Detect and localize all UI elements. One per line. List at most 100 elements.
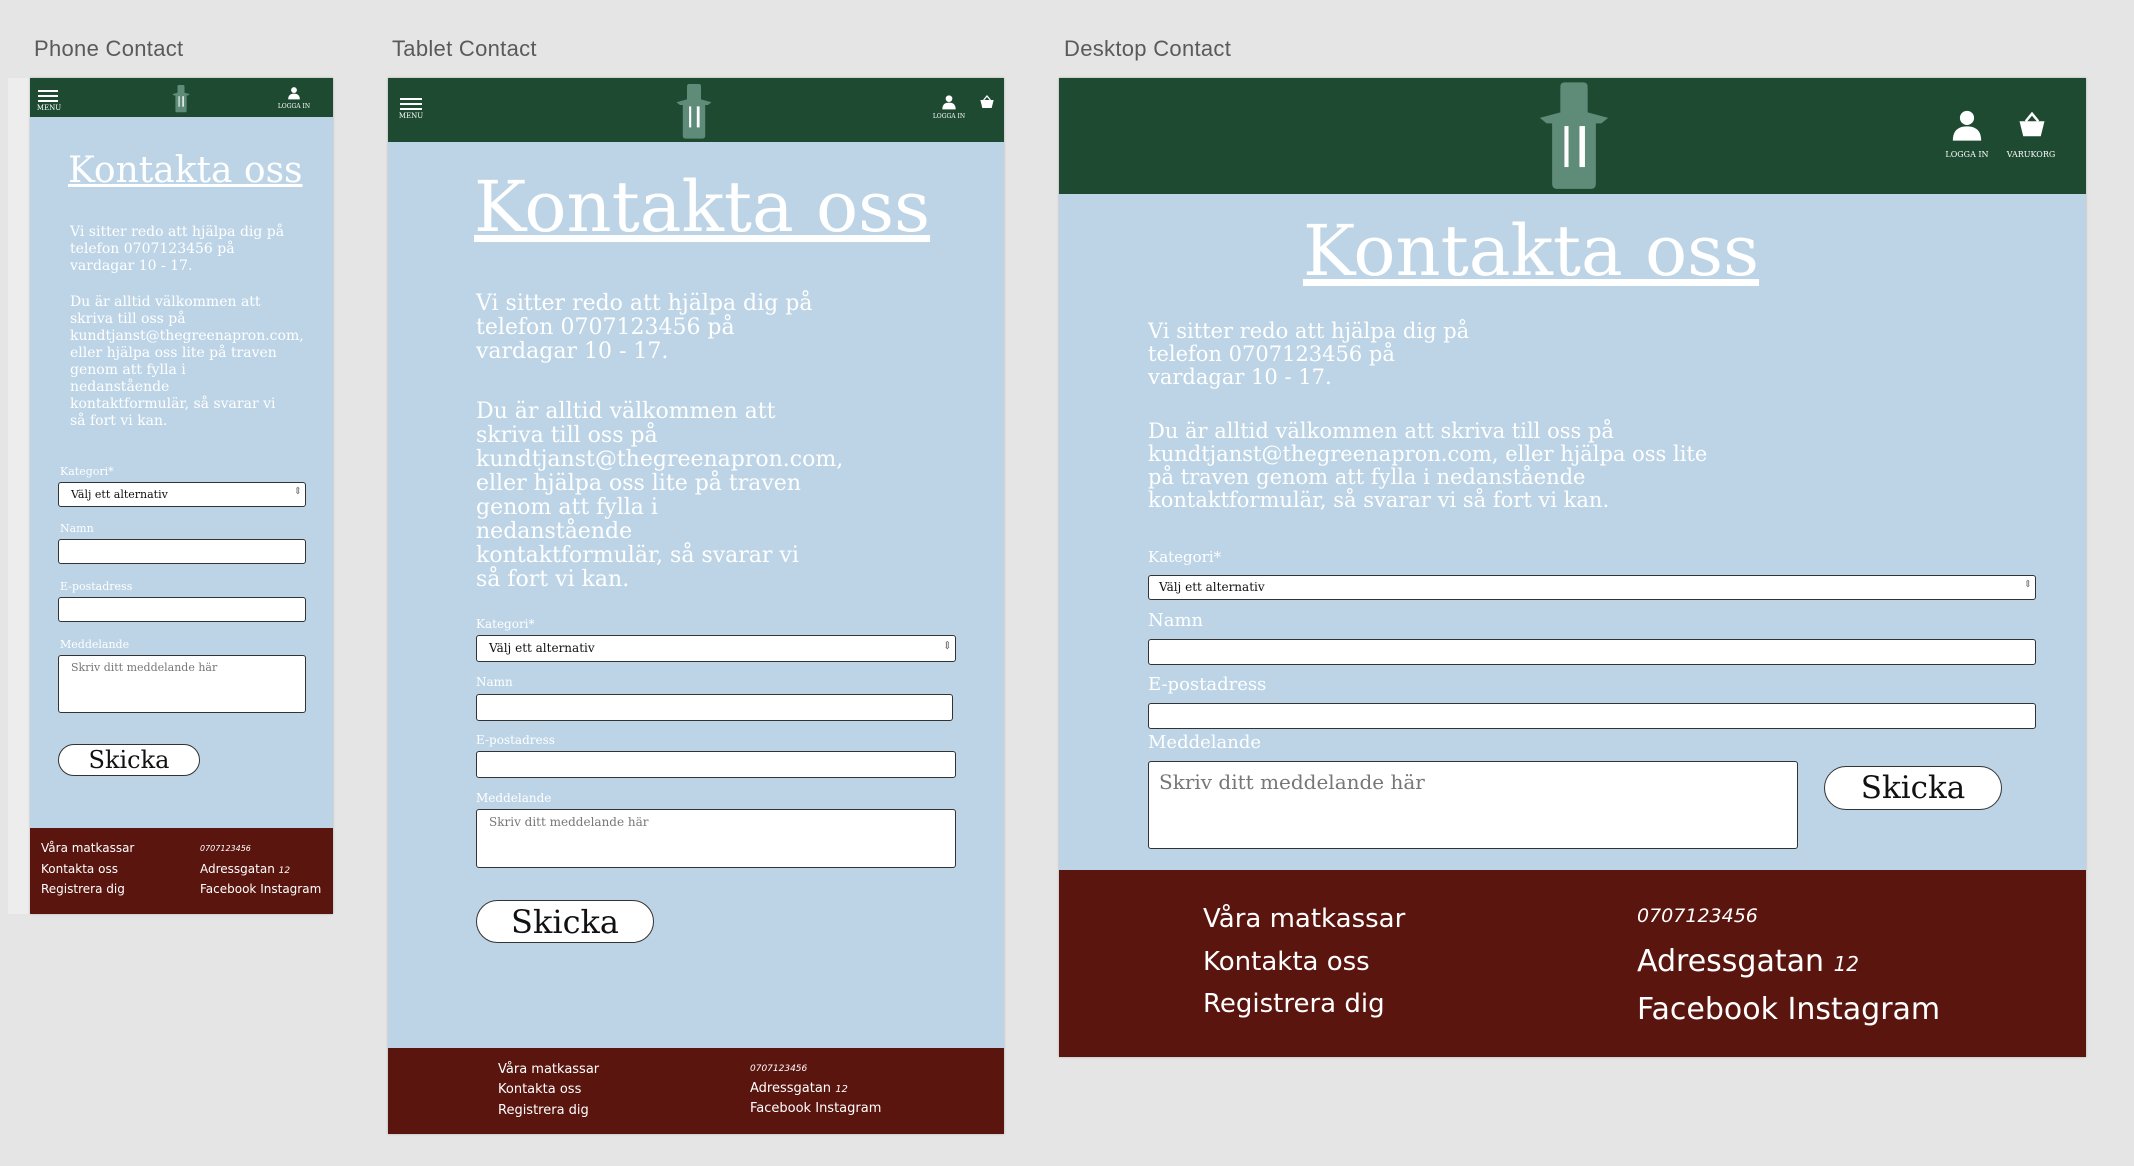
- tablet-frame-title: Tablet Contact: [392, 36, 537, 61]
- footer-link-kontakt[interactable]: Kontakta oss: [41, 862, 118, 876]
- footer-link-matkassar[interactable]: Våra matkassar: [1203, 904, 1405, 934]
- intro-text: Vi sitter redo att hjälpa dig på telefon…: [476, 291, 813, 364]
- footer-facebook-link[interactable]: Facebook: [1637, 992, 1778, 1027]
- category-select[interactable]: Välj ett alternativ ⇕: [1148, 575, 2036, 600]
- name-input[interactable]: [58, 539, 306, 564]
- footer-address: Adressgatan 12: [750, 1081, 848, 1096]
- desktop-footer: Våra matkassar Kontakta oss Registrera d…: [1059, 870, 2086, 1057]
- name-label: Namn: [60, 522, 94, 535]
- select-arrows-icon: ⇕: [2023, 579, 2032, 590]
- desktop-frame-title: Desktop Contact: [1064, 36, 1232, 61]
- page-heading: Kontakta oss: [474, 166, 931, 248]
- message-placeholder: Skriv ditt meddelande här: [1159, 770, 1425, 794]
- footer-social: Facebook Instagram: [200, 882, 321, 896]
- message-label: Meddelande: [1148, 732, 1262, 753]
- category-label: Kategori*: [1148, 548, 1222, 566]
- email-label: E-postadress: [476, 733, 555, 747]
- footer-address-street: Adressgatan: [1637, 944, 1825, 979]
- cart-label[interactable]: VARUKORG: [1999, 150, 2063, 159]
- footer-phone: 0707123456: [750, 1064, 808, 1074]
- category-value: Välj ett alternativ: [489, 641, 595, 655]
- category-value: Välj ett alternativ: [71, 488, 168, 501]
- footer-link-registrera[interactable]: Registrera dig: [498, 1103, 589, 1118]
- submit-button[interactable]: Skicka: [476, 900, 654, 943]
- footer-link-registrera[interactable]: Registrera dig: [1203, 989, 1385, 1019]
- user-icon[interactable]: [941, 94, 957, 110]
- select-arrows-icon: ⇕: [293, 486, 302, 497]
- email-label: E-postadress: [1148, 674, 1267, 695]
- apron-logo-icon[interactable]: [672, 84, 716, 140]
- login-label[interactable]: LOGGA IN: [927, 113, 971, 120]
- footer-link-registrera[interactable]: Registrera dig: [41, 882, 125, 896]
- message-label: Meddelande: [476, 791, 552, 805]
- footer-address: Adressgatan 12: [200, 862, 290, 876]
- email-input[interactable]: [476, 751, 956, 778]
- select-arrows-icon: ⇕: [942, 639, 952, 652]
- page-heading: Kontakta oss: [1303, 210, 1760, 292]
- intro-text: Vi sitter redo att hjälpa dig på telefon…: [70, 224, 285, 274]
- name-input[interactable]: [1148, 639, 2036, 665]
- tablet-header: MENU LOGGA IN: [388, 78, 1004, 142]
- menu-label: MENU: [36, 104, 62, 112]
- message-placeholder: Skriv ditt meddelande här: [489, 815, 649, 829]
- menu-icon[interactable]: [38, 90, 58, 102]
- submit-button[interactable]: Skicka: [1824, 766, 2002, 810]
- footer-phone: 0707123456: [200, 844, 251, 853]
- footer-address-number: 12: [835, 1084, 848, 1095]
- category-value: Välj ett alternativ: [1159, 580, 1265, 594]
- message-placeholder: Skriv ditt meddelande här: [71, 661, 218, 674]
- phone-frame-backdrop: [8, 78, 30, 914]
- footer-address: Adressgatan 12: [1637, 944, 1859, 979]
- body-text: Du är alltid välkommen att skriva till o…: [70, 294, 304, 429]
- footer-address-street: Adressgatan: [750, 1081, 832, 1096]
- category-select[interactable]: Välj ett alternativ ⇕: [476, 635, 956, 662]
- menu-icon[interactable]: [400, 98, 422, 110]
- body-text: Du är alltid välkommen att skriva till o…: [476, 399, 844, 592]
- message-textarea[interactable]: Skriv ditt meddelande här: [58, 655, 306, 713]
- name-label: Namn: [1148, 610, 1204, 631]
- login-label[interactable]: LOGGA IN: [1939, 150, 1995, 159]
- submit-button[interactable]: Skicka: [58, 744, 200, 776]
- tablet-contact-page: MENU LOGGA IN Kontakta oss Vi sitter red…: [388, 78, 1004, 1134]
- login-label[interactable]: LOGGA IN: [272, 103, 316, 110]
- category-select[interactable]: Välj ett alternativ ⇕: [58, 482, 306, 507]
- category-label: Kategori*: [60, 465, 114, 478]
- intro-text: Vi sitter redo att hjälpa dig på telefon…: [1148, 319, 1470, 389]
- desktop-header: LOGGA IN VARUKORG: [1059, 78, 2086, 194]
- phone-contact-page: MENU LOGGA IN Kontakta oss Vi sitter red…: [30, 78, 333, 914]
- footer-link-kontakt[interactable]: Kontakta oss: [498, 1082, 581, 1097]
- footer-link-matkassar[interactable]: Våra matkassar: [498, 1062, 599, 1077]
- email-input[interactable]: [1148, 703, 2036, 729]
- footer-instagram-link[interactable]: Instagram: [260, 882, 321, 896]
- cart-icon[interactable]: [2017, 110, 2047, 140]
- apron-logo-icon[interactable]: [1533, 82, 1615, 192]
- tablet-footer: Våra matkassar Kontakta oss Registrera d…: [388, 1048, 1004, 1134]
- footer-instagram-link[interactable]: Instagram: [1788, 992, 1941, 1027]
- page-heading: Kontakta oss: [68, 150, 303, 191]
- footer-link-matkassar[interactable]: Våra matkassar: [41, 841, 134, 855]
- footer-address-street: Adressgatan: [200, 862, 275, 876]
- message-label: Meddelande: [60, 638, 130, 651]
- footer-social: Facebook Instagram: [1637, 992, 1940, 1027]
- footer-address-number: 12: [278, 866, 291, 876]
- apron-logo-icon[interactable]: [167, 85, 195, 113]
- user-icon[interactable]: [1950, 108, 1984, 142]
- phone-frame-title: Phone Contact: [34, 36, 184, 61]
- footer-social: Facebook Instagram: [750, 1101, 881, 1116]
- name-label: Namn: [476, 675, 513, 689]
- footer-address-number: 12: [1833, 952, 1860, 976]
- body-text: Du är alltid välkommen att skriva till o…: [1148, 419, 1708, 512]
- message-textarea[interactable]: Skriv ditt meddelande här: [476, 809, 956, 868]
- footer-instagram-link[interactable]: Instagram: [815, 1101, 881, 1116]
- user-icon[interactable]: [287, 86, 301, 100]
- footer-phone: 0707123456: [1637, 905, 1758, 927]
- footer-link-kontakt[interactable]: Kontakta oss: [1203, 947, 1370, 977]
- footer-facebook-link[interactable]: Facebook: [750, 1101, 811, 1116]
- footer-facebook-link[interactable]: Facebook: [200, 882, 256, 896]
- cart-icon[interactable]: [979, 94, 995, 110]
- phone-header: MENU LOGGA IN: [30, 78, 333, 117]
- message-textarea[interactable]: Skriv ditt meddelande här: [1148, 761, 1798, 849]
- email-input[interactable]: [58, 597, 306, 622]
- category-label: Kategori*: [476, 617, 535, 631]
- name-input[interactable]: [476, 694, 953, 721]
